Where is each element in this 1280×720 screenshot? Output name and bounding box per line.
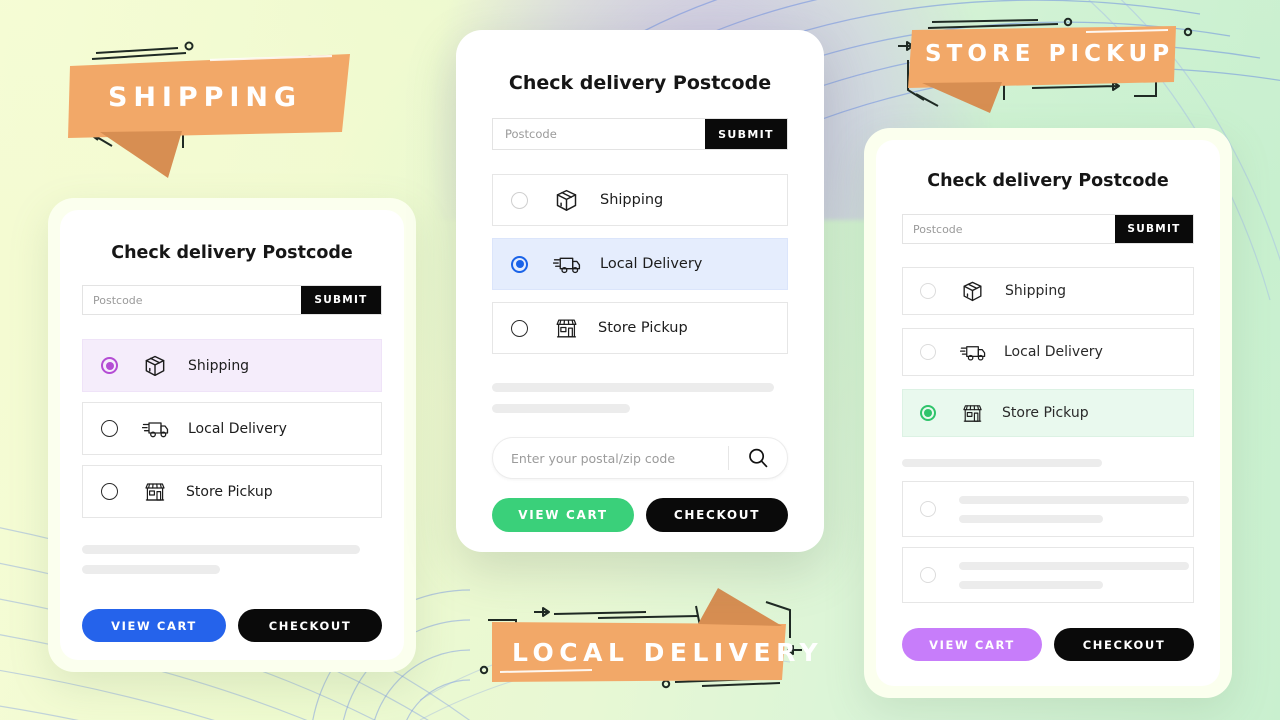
checkout-button[interactable]: CHECKOUT	[238, 609, 382, 642]
placeholder-bar	[82, 565, 220, 574]
store-icon	[960, 402, 985, 425]
radio-shipping[interactable]	[511, 191, 528, 209]
placeholder-bar	[492, 383, 774, 392]
view-cart-button[interactable]: VIEW CART	[902, 628, 1042, 661]
checkout-button[interactable]: CHECKOUT	[646, 498, 788, 532]
radio-store-pickup[interactable]	[101, 483, 118, 500]
radio-local-delivery[interactable]	[101, 420, 118, 437]
option-local-delivery[interactable]: Local Delivery	[82, 402, 382, 455]
option-label: Shipping	[600, 192, 664, 208]
search-icon[interactable]	[729, 446, 787, 470]
option-local-delivery[interactable]: Local Delivery	[902, 328, 1194, 376]
option-store-pickup[interactable]: Store Pickup	[902, 389, 1194, 437]
radio-store-pickup[interactable]	[511, 319, 528, 337]
banner-store-pickup-label: STORE PICKUP	[925, 41, 1175, 67]
option-label: Store Pickup	[598, 320, 688, 336]
radio-shipping[interactable]	[920, 283, 936, 299]
page-title: Check delivery Postcode	[927, 171, 1169, 191]
postcode-input[interactable]: Postcode	[903, 215, 1115, 243]
card-center-screen: Check delivery Postcode Postcode SUBMIT …	[466, 40, 814, 542]
placeholder-lines	[959, 561, 1189, 589]
radio-local-delivery[interactable]	[511, 255, 528, 273]
store-icon	[553, 316, 580, 341]
package-icon	[142, 353, 168, 379]
card-left-screen: Check delivery Postcode Postcode SUBMIT …	[60, 210, 404, 660]
postal-search: Enter your postal/zip code	[492, 437, 788, 479]
option-shipping[interactable]: Shipping	[902, 267, 1194, 315]
submit-button[interactable]: SUBMIT	[301, 286, 381, 314]
banner-local-delivery-label: LOCAL DELIVERY	[512, 638, 824, 667]
radio-local-delivery[interactable]	[920, 344, 936, 360]
postcode-input[interactable]: Postcode	[83, 286, 301, 314]
package-icon	[960, 279, 985, 304]
option-shipping[interactable]: Shipping	[492, 174, 788, 226]
banner-shipping-label: SHIPPING	[108, 82, 302, 113]
banner-store-pickup: STORE PICKUP	[890, 8, 1200, 128]
option-shipping[interactable]: Shipping	[82, 339, 382, 392]
radio-store-pickup[interactable]	[920, 405, 936, 421]
postcode-row: Postcode SUBMIT	[492, 118, 788, 150]
search-input[interactable]: Enter your postal/zip code	[493, 451, 728, 466]
checkout-button[interactable]: CHECKOUT	[1054, 628, 1194, 661]
option-label: Store Pickup	[1002, 405, 1089, 421]
placeholder-option-row[interactable]	[902, 547, 1194, 603]
option-label: Shipping	[1005, 283, 1067, 299]
banner-local-delivery: LOCAL DELIVERY	[470, 586, 818, 716]
page-title: Check delivery Postcode	[111, 243, 353, 263]
store-icon	[142, 480, 168, 504]
option-label: Store Pickup	[186, 483, 273, 500]
option-label: Local Delivery	[1004, 344, 1103, 360]
action-bar: VIEW CART CHECKOUT	[492, 498, 788, 532]
option-label: Local Delivery	[188, 420, 287, 437]
placeholder-bar	[902, 459, 1102, 467]
truck-icon	[142, 417, 170, 441]
option-label: Local Delivery	[600, 256, 703, 272]
card-right-screen: Check delivery Postcode Postcode SUBMIT …	[876, 140, 1220, 686]
placeholder-lines	[959, 495, 1189, 523]
card-left: Check delivery Postcode Postcode SUBMIT …	[48, 198, 416, 672]
radio-placeholder[interactable]	[920, 501, 936, 517]
action-bar: VIEW CART CHECKOUT	[82, 609, 382, 642]
submit-button[interactable]: SUBMIT	[705, 119, 787, 149]
card-center: Check delivery Postcode Postcode SUBMIT …	[456, 30, 824, 552]
view-cart-button[interactable]: VIEW CART	[492, 498, 634, 532]
card-right: Check delivery Postcode Postcode SUBMIT …	[864, 128, 1232, 698]
view-cart-button[interactable]: VIEW CART	[82, 609, 226, 642]
action-bar: VIEW CART CHECKOUT	[902, 628, 1194, 661]
postcode-input[interactable]: Postcode	[493, 119, 705, 149]
radio-shipping[interactable]	[101, 357, 118, 374]
page-title: Check delivery Postcode	[508, 72, 772, 94]
postcode-row: Postcode SUBMIT	[82, 285, 382, 315]
banner-shipping: SHIPPING	[60, 28, 380, 178]
radio-placeholder[interactable]	[920, 567, 936, 583]
option-store-pickup[interactable]: Store Pickup	[82, 465, 382, 518]
placeholder-option-row[interactable]	[902, 481, 1194, 537]
truck-icon	[960, 341, 987, 364]
package-icon	[553, 187, 580, 214]
placeholder-bar	[492, 404, 630, 413]
submit-button[interactable]: SUBMIT	[1115, 215, 1193, 243]
placeholder-bar	[82, 545, 360, 554]
option-store-pickup[interactable]: Store Pickup	[492, 302, 788, 354]
postcode-row: Postcode SUBMIT	[902, 214, 1194, 244]
option-label: Shipping	[188, 357, 250, 374]
truck-icon	[553, 252, 582, 277]
option-local-delivery[interactable]: Local Delivery	[492, 238, 788, 290]
